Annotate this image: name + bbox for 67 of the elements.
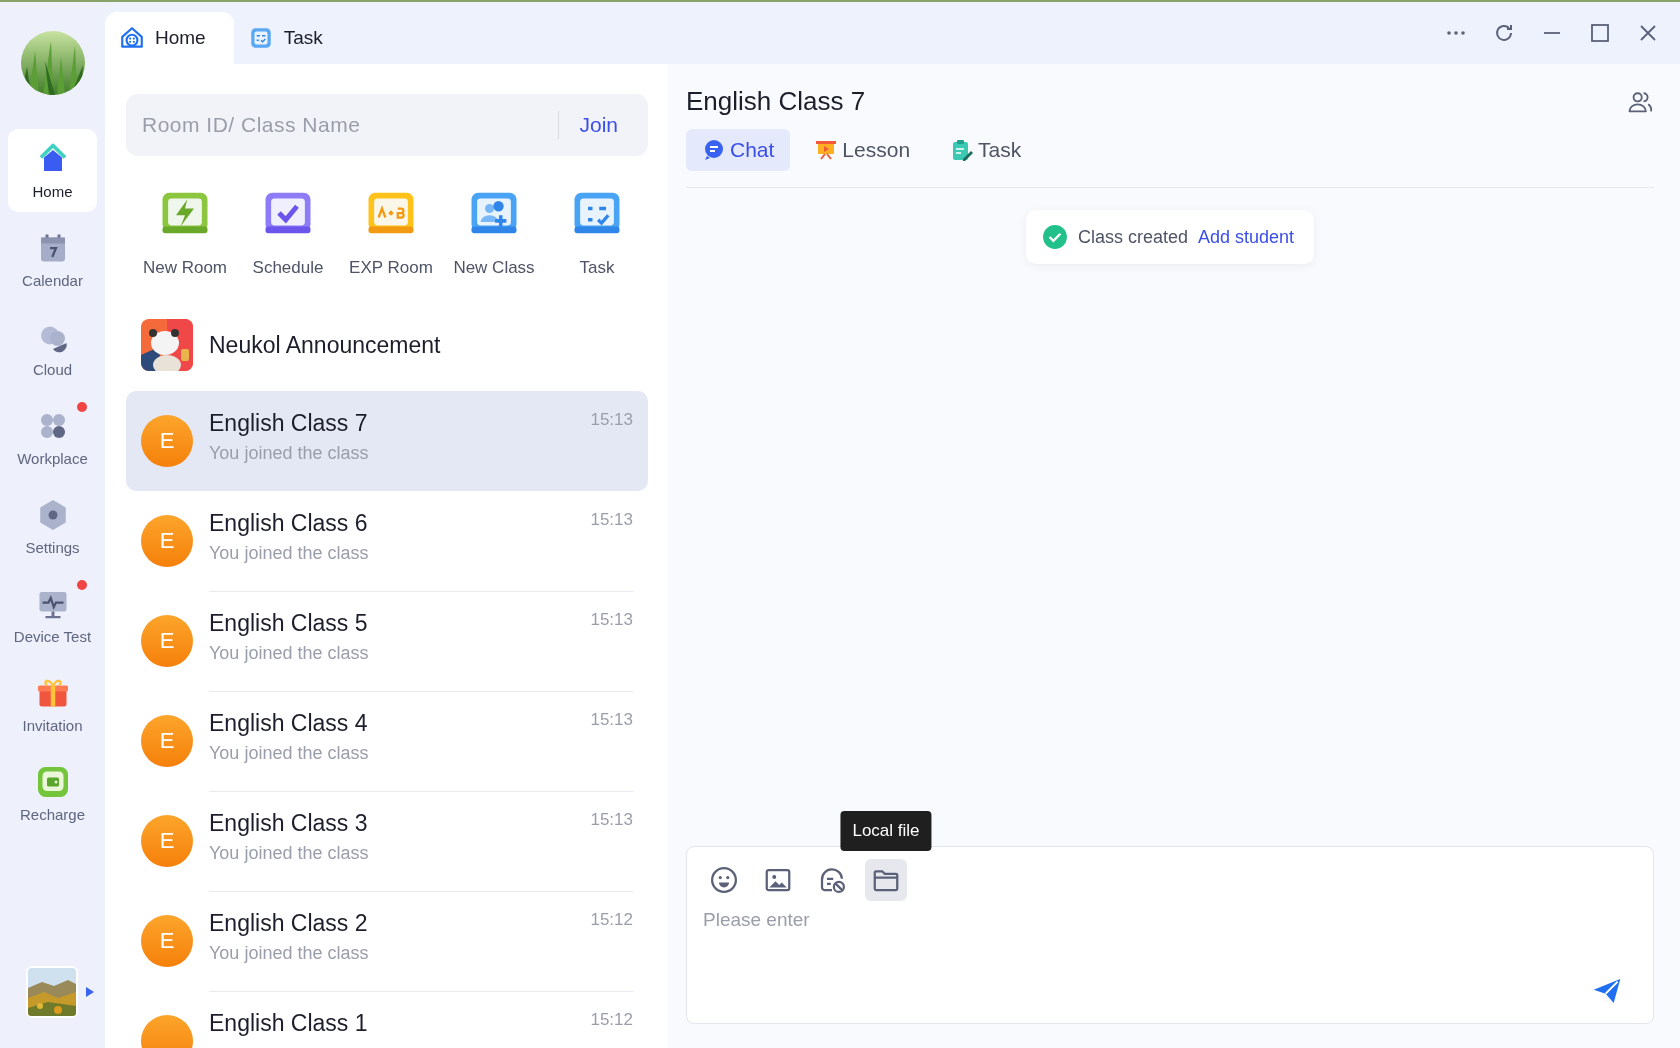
quick-action[interactable]: EXP Room [344,186,438,278]
avatar: E [141,615,193,667]
smiley-icon [709,865,739,895]
conversation-item[interactable]: E English Class 6 15:13 You joined the class [126,491,648,591]
conversation-title: English Class 3 [209,810,368,837]
quick-action[interactable]: Task [550,186,644,278]
avatar: E [141,715,193,767]
tab[interactable]: Home [105,12,234,64]
chat-title: English Class 7 [686,86,866,117]
conversation-item[interactable]: English Class 1 15:12 [126,991,648,1048]
presentation-icon [814,138,839,162]
tab[interactable]: Chat [686,129,791,171]
clipboard-pencil-icon [950,138,975,162]
sidebar-item[interactable]: Cloud [8,307,97,390]
sidebar-item[interactable]: Workplace [8,396,97,479]
tab[interactable]: Lesson [798,129,927,171]
avatar: E [141,515,193,567]
conversation-item[interactable]: E English Class 3 15:13 You joined the class [126,791,648,891]
tab[interactable]: Task [233,12,351,64]
quick-action[interactable]: New Room [138,186,232,278]
message-preview: You joined the class [209,943,370,964]
avatar: E [141,415,193,467]
avatar: E [141,915,193,967]
tooltip: Local file [840,811,932,851]
conversation-item[interactable]: E English Class 4 15:13 You joined the class [126,691,648,791]
conversation-item[interactable]: E English Class 5 15:13 You joined the class [126,591,648,691]
quick-action[interactable]: Schedule [241,186,335,278]
timestamp: 15:13 [590,810,633,830]
sidebar-item[interactable]: Recharge [8,752,97,835]
check-circle-icon [1041,224,1068,250]
join-button[interactable]: Join [579,113,634,137]
message-preview: You joined the class [209,843,370,864]
conversation-title: English Class 2 [209,910,368,937]
timestamp: 15:12 [590,1010,633,1030]
conversation-title: English Class 7 [209,410,368,437]
sidebar-item[interactable]: Home [8,129,97,212]
sidebar-item[interactable]: Calendar [8,218,97,301]
avatar: E [141,815,193,867]
timestamp: 15:12 [590,910,633,930]
speech-bubble-icon [702,138,726,162]
sidebar-item[interactable]: Invitation [8,663,97,746]
add-student-link[interactable]: Add student [1198,226,1295,248]
message-preview: You joined the class [209,543,370,564]
maximize-icon[interactable] [1588,21,1612,45]
tab[interactable]: Task [934,129,1038,171]
conversation-item[interactable]: E English Class 2 15:12 You joined the class [126,891,648,991]
search-field[interactable]: Room ID/ Class Name Join [126,94,648,156]
conversation-title: English Class 5 [209,610,368,637]
list-item-title: Neukol Announcement [209,331,441,359]
timestamp: 15:13 [590,510,633,530]
message-preview: You joined the class [209,643,370,664]
notice-text: Class created [1077,226,1188,248]
conversation-title: English Class 6 [209,510,368,537]
message-preview: You joined the class [209,743,370,764]
conversation-title: English Class 1 [209,1010,368,1037]
quick-action[interactable]: New Class [447,186,541,278]
sidebar-item[interactable]: Settings [8,485,97,568]
conversation-title: English Class 4 [209,710,368,737]
house-icon [119,25,145,51]
caret-icon[interactable] [85,987,94,997]
message-preview: You joined the class [209,443,370,464]
timestamp: 15:13 [590,410,633,430]
sidebar-item[interactable]: Device Test [8,574,97,657]
timestamp: 15:13 [590,610,633,630]
list-item[interactable]: Neukol Announcement [126,305,648,385]
conversation-item[interactable]: E English Class 7 15:13 You joined the class [126,391,648,491]
timestamp: 15:13 [590,710,633,730]
